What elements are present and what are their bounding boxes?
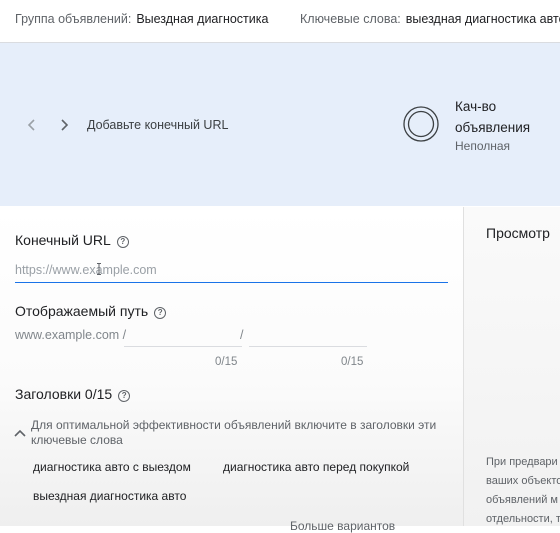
ad-group-label: Группа объявлений: xyxy=(15,12,132,26)
keywords-value: выездная диагностика авто, ... xyxy=(405,12,560,26)
help-icon[interactable]: ? xyxy=(118,390,131,402)
ad-group-value: Выездная диагностика xyxy=(136,12,269,26)
chevron-left-icon[interactable] xyxy=(23,116,41,134)
keyword-suggestion[interactable]: диагностика авто перед покупкой xyxy=(223,460,409,474)
headlines-label: Заголовки 0/15 xyxy=(15,386,113,402)
path-separator: / xyxy=(240,328,244,342)
keyword-suggestion[interactable]: выездная диагностика авто xyxy=(33,489,186,503)
final-url-input[interactable] xyxy=(15,258,448,283)
help-icon[interactable]: ? xyxy=(154,307,167,319)
keyword-tip: Для оптимальной эффективности объявлений… xyxy=(31,418,437,447)
ad-strength-status: Неполная xyxy=(455,139,511,153)
path2-input[interactable] xyxy=(249,324,367,347)
headlines-heading: Заголовки 0/15? xyxy=(15,386,131,402)
preview-note-line: отдельности, т xyxy=(486,513,560,525)
final-url-heading: Конечный URL? xyxy=(15,232,129,248)
preview-note: При предвари ваших объекто объявлений м … xyxy=(486,453,560,529)
final-url-label: Конечный URL xyxy=(15,232,111,248)
ad-strength-ring-icon xyxy=(403,106,439,142)
preview-note-line: При предвари xyxy=(486,456,558,468)
path1-input[interactable] xyxy=(124,324,242,347)
keywords-info: Ключевые слова: выездная диагностика авто… xyxy=(300,12,560,26)
chevron-up-icon[interactable] xyxy=(14,425,26,440)
display-path-label: Отображаемый путь xyxy=(15,303,149,319)
banner-message: Добавьте конечный URL xyxy=(87,118,229,132)
ad-form-panel: Конечный URL? Отображаемый путь? www.exa… xyxy=(0,207,464,533)
path1-counter: 0/15 xyxy=(215,356,238,368)
chevron-right-icon[interactable] xyxy=(55,116,73,134)
keyword-suggestion[interactable]: диагностика авто с выездом xyxy=(33,460,191,474)
ad-strength-banner: Добавьте конечный URL Кач-во объявления … xyxy=(0,43,560,206)
ad-strength-title: Кач-во объявления xyxy=(455,99,531,135)
ad-group-info: Группа объявлений: Выездная диагностика xyxy=(15,12,268,26)
path2-counter: 0/15 xyxy=(341,356,364,368)
display-path-heading: Отображаемый путь? xyxy=(15,303,167,319)
help-icon[interactable]: ? xyxy=(116,236,129,248)
preview-panel: Просмотр При предвари ваших объекто объя… xyxy=(464,207,560,526)
more-options-link[interactable]: Больше вариантов xyxy=(290,519,395,533)
keywords-label: Ключевые слова: xyxy=(300,12,401,26)
ad-context-bar: Группа объявлений: Выездная диагностика К… xyxy=(0,0,560,43)
text-cursor-icon xyxy=(96,263,101,275)
preview-note-line: объявлений м xyxy=(486,494,558,506)
display-path-prefix: www.example.com / xyxy=(15,328,127,342)
preview-title: Просмотр xyxy=(486,225,550,241)
preview-note-line: ваших объекто xyxy=(486,475,560,487)
